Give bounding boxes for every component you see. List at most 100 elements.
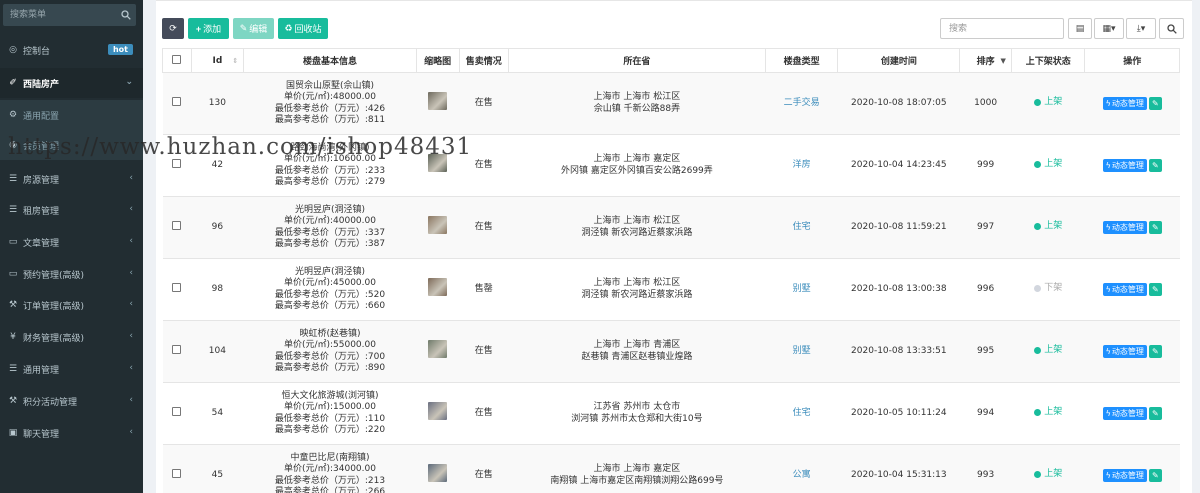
- add-button[interactable]: + 添加: [188, 18, 229, 39]
- sidebar-item-3[interactable]: ◉ 会员管理: [0, 130, 143, 160]
- sidebar-item-6[interactable]: ▭ 文章管理 ‹: [0, 227, 143, 257]
- property-type-link[interactable]: 住宅: [793, 222, 811, 232]
- row-edit-button[interactable]: ✎: [1148, 220, 1162, 234]
- cell-thumb: [416, 72, 459, 135]
- max-price-line: 最高参考总价（万元）:890: [274, 363, 386, 373]
- table-row[interactable]: 104 映虹桥(赵巷镇) 单价(元/㎡):55000.00 最低参考总价（万元）:70…: [162, 320, 1180, 383]
- thumbnail-image[interactable]: [428, 278, 448, 297]
- table-row[interactable]: 42 路劲海尚湾(外冈镇) 单价(元/㎡):10600.00 最低参考总价（万元）:2…: [162, 134, 1180, 197]
- chevron-left-icon: ‹: [129, 331, 133, 341]
- dynamic-manage-button[interactable]: ϟ 动态管理: [1102, 345, 1147, 358]
- table-row[interactable]: 54 恒大文化旅游城(浏河镇) 单价(元/㎡):15000.00 最低参考总价（万元）…: [162, 382, 1180, 445]
- cell-created: 2020-10-08 13:00:38: [837, 258, 960, 321]
- toggle-view-button[interactable]: ▤: [1068, 18, 1092, 39]
- dynamic-manage-button[interactable]: ϟ 动态管理: [1102, 407, 1147, 420]
- property-type-link[interactable]: 洋房: [793, 160, 811, 170]
- row-checkbox[interactable]: [172, 220, 182, 230]
- sidebar-item-0[interactable]: ◎ 控制台 hot: [0, 35, 143, 65]
- dynamic-manage-button[interactable]: ϟ 动态管理: [1102, 97, 1147, 110]
- search-icon[interactable]: [121, 10, 131, 20]
- sidebar-item-11[interactable]: ⚒ 积分活动管理 ‹: [0, 386, 143, 416]
- cell-ops: ϟ 动态管理 ✎: [1084, 258, 1180, 321]
- columns-button[interactable]: ▦▾: [1094, 18, 1124, 39]
- dynamic-manage-button[interactable]: ϟ 动态管理: [1102, 159, 1147, 172]
- table-row[interactable]: 98 光明昱庐(洞泾镇) 单价(元/㎡):45000.00 最低参考总价（万元）:52…: [162, 258, 1180, 321]
- status-badge[interactable]: 上架: [1034, 97, 1062, 109]
- cell-province: 上海市 上海市 嘉定区 南翔镇 上海市嘉定区南翔镇浏翔公路699号: [508, 444, 766, 493]
- thumbnail-image[interactable]: [428, 216, 448, 235]
- cell-created: 2020-10-08 11:59:21: [837, 196, 960, 259]
- property-type-link[interactable]: 别墅: [793, 346, 811, 356]
- row-checkbox[interactable]: [172, 158, 182, 168]
- row-edit-button[interactable]: ✎: [1148, 158, 1162, 172]
- sidebar-item-12[interactable]: ▣ 聊天管理 ‹: [0, 418, 143, 448]
- row-checkbox[interactable]: [172, 468, 182, 478]
- property-type-link[interactable]: 二手交易: [784, 98, 820, 108]
- status-badge[interactable]: 上架: [1034, 345, 1062, 357]
- property-type-link[interactable]: 住宅: [793, 408, 811, 418]
- list-icon: ☰: [8, 174, 18, 184]
- refresh-button[interactable]: ⟳: [162, 18, 184, 39]
- menu-search[interactable]: [3, 4, 136, 26]
- thumbnail-image[interactable]: [428, 340, 448, 359]
- user-icon: ◉: [9, 140, 17, 150]
- sidebar-item-1[interactable]: ✐ 西陆房产 ⌄: [0, 68, 143, 98]
- sidebar-item-4[interactable]: ☰ 房源管理 ‹: [0, 164, 143, 194]
- row-edit-button[interactable]: ✎: [1148, 96, 1162, 110]
- table-row[interactable]: 45 中童巴比尼(南翔镇) 单价(元/㎡):34000.00 最低参考总价（万元）:2…: [162, 444, 1180, 493]
- edit-button[interactable]: ✎ 编辑: [233, 18, 274, 39]
- table-search-input[interactable]: [940, 18, 1064, 39]
- header-id[interactable]: Id ⇕: [190, 48, 245, 73]
- cell-status: 上架: [1011, 134, 1085, 197]
- cell-ops: ϟ 动态管理 ✎: [1084, 444, 1180, 493]
- dynamic-manage-button[interactable]: ϟ 动态管理: [1102, 283, 1147, 296]
- recycle-button[interactable]: ♻ 回收站: [278, 18, 328, 39]
- price-line: 单价(元/㎡):45000.00: [283, 278, 376, 288]
- table-row[interactable]: 130 国贸佘山原墅(佘山镇) 单价(元/㎡):48000.00 最低参考总价（万元）…: [162, 72, 1180, 135]
- comment-icon: ▣: [8, 428, 18, 438]
- row-edit-button[interactable]: ✎: [1148, 282, 1162, 296]
- header-sale: 售卖情况: [458, 48, 509, 73]
- thumbnail-image[interactable]: [428, 464, 448, 483]
- cell-thumb: [416, 258, 459, 321]
- property-type-link[interactable]: 别墅: [793, 284, 811, 294]
- dynamic-manage-button[interactable]: ϟ 动态管理: [1102, 221, 1147, 234]
- table-row[interactable]: 96 光明昱庐(洞泾镇) 单价(元/㎡):40000.00 最低参考总价（万元）:33…: [162, 196, 1180, 259]
- sidebar-item-8[interactable]: ⚒ 订单管理(高级) ‹: [0, 290, 143, 320]
- bolt-icon: ϟ: [1105, 160, 1111, 170]
- header-sort[interactable]: 排序 ▼: [959, 48, 1012, 73]
- row-edit-button[interactable]: ✎: [1148, 468, 1162, 482]
- header-status: 上下架状态: [1010, 48, 1086, 73]
- row-checkbox[interactable]: [172, 344, 182, 354]
- cell-info: 中童巴比尼(南翔镇) 单价(元/㎡):34000.00 最低参考总价（万元）:213…: [243, 444, 417, 493]
- dynamic-manage-button[interactable]: ϟ 动态管理: [1102, 469, 1147, 482]
- status-badge[interactable]: 上架: [1034, 469, 1062, 481]
- property-type-link[interactable]: 公寓: [793, 470, 811, 480]
- row-edit-button[interactable]: ✎: [1148, 406, 1162, 420]
- row-checkbox[interactable]: [172, 406, 182, 416]
- export-button[interactable]: ⤓▾: [1126, 18, 1156, 39]
- status-badge[interactable]: 下架: [1034, 283, 1062, 295]
- min-price-line: 最低参考总价（万元）:426: [274, 103, 386, 114]
- row-checkbox[interactable]: [172, 96, 182, 106]
- sidebar-item-10[interactable]: ☰ 通用管理 ‹: [0, 354, 143, 384]
- sidebar-item-7[interactable]: ▭ 预约管理(高级) ‹: [0, 259, 143, 289]
- advanced-search-button[interactable]: [1159, 18, 1184, 39]
- row-checkbox[interactable]: [172, 282, 182, 292]
- status-badge[interactable]: 上架: [1034, 159, 1062, 171]
- row-edit-button[interactable]: ✎: [1148, 344, 1162, 358]
- menu-search-input[interactable]: [3, 4, 113, 26]
- select-all-checkbox[interactable]: [172, 54, 182, 64]
- sidebar-item-2[interactable]: ⚙ 通用配置: [0, 100, 143, 130]
- thumbnail-image[interactable]: [428, 154, 448, 173]
- sidebar-item-9[interactable]: ¥ 财务管理(高级) ‹: [0, 322, 143, 352]
- cell-info: 恒大文化旅游城(浏河镇) 单价(元/㎡):15000.00 最低参考总价（万元）:1…: [243, 382, 417, 445]
- thumbnail-image[interactable]: [428, 402, 448, 421]
- sidebar-item-5[interactable]: ☰ 租房管理 ‹: [0, 195, 143, 225]
- thumbnail-image[interactable]: [428, 92, 448, 111]
- status-badge[interactable]: 上架: [1034, 407, 1062, 419]
- cell-status: 上架: [1011, 72, 1085, 135]
- property-name: 光明昱庐(洞泾镇): [294, 266, 365, 277]
- cell-province: 江苏省 苏州市 太仓市 浏河镇 苏州市太仓郑和大街10号: [508, 382, 766, 445]
- status-badge[interactable]: 上架: [1034, 221, 1062, 233]
